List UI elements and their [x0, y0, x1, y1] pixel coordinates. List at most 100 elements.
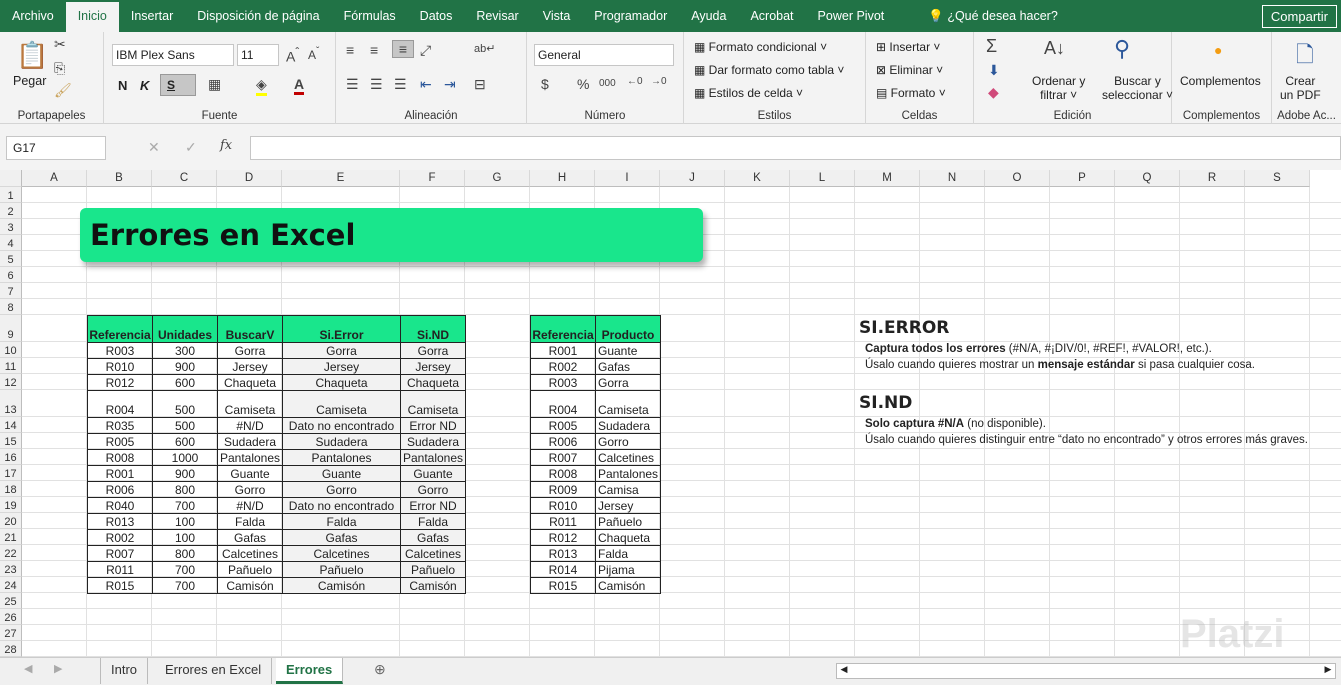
column-header[interactable]: P: [1050, 170, 1115, 187]
table-cell[interactable]: Pañuelo: [400, 561, 466, 578]
column-header-cell[interactable]: Referencia: [87, 315, 153, 343]
column-header[interactable]: L: [790, 170, 855, 187]
next-sheet-icon[interactable]: ▶: [54, 662, 62, 675]
table-cell[interactable]: Calcetines: [400, 545, 466, 562]
table-cell[interactable]: Camiseta: [282, 390, 401, 418]
table-cell[interactable]: R001: [530, 342, 596, 359]
row-header[interactable]: 11: [0, 358, 22, 374]
sort-filter-icon[interactable]: A↓: [1044, 38, 1065, 59]
table-cell[interactable]: Dato no encontrado: [282, 417, 401, 434]
sheet-tab-errores-en-excel[interactable]: Errores en Excel: [155, 658, 273, 684]
paste-button[interactable]: Pegar: [13, 74, 46, 88]
table-cell[interactable]: 100: [152, 513, 218, 530]
table-cell[interactable]: R005: [87, 433, 153, 450]
table-cell[interactable]: 900: [152, 358, 218, 375]
column-header-cell[interactable]: Producto: [595, 315, 661, 343]
table-cell[interactable]: R013: [530, 545, 596, 562]
row-header[interactable]: 15: [0, 433, 22, 449]
table-cell[interactable]: Pantalones: [400, 449, 466, 466]
menu-tab[interactable]: Archivo: [0, 0, 66, 32]
table-cell[interactable]: Gorra: [595, 374, 661, 391]
table-cell[interactable]: R035: [87, 417, 153, 434]
row-header[interactable]: 10: [0, 342, 22, 358]
column-header[interactable]: H: [530, 170, 595, 187]
paste-icon[interactable]: 📋: [16, 40, 48, 71]
table-cell[interactable]: R003: [87, 342, 153, 359]
table-cell[interactable]: Chaqueta: [217, 374, 283, 391]
row-header[interactable]: 3: [0, 219, 22, 235]
column-header[interactable]: N: [920, 170, 985, 187]
table-cell[interactable]: Pantalones: [282, 449, 401, 466]
column-header-cell[interactable]: Si.Error: [282, 315, 401, 343]
table-cell[interactable]: R014: [530, 561, 596, 578]
column-header[interactable]: S: [1245, 170, 1310, 187]
table-cell[interactable]: R002: [87, 529, 153, 546]
borders-icon[interactable]: ▦: [208, 76, 221, 93]
table-cell[interactable]: Camiseta: [217, 390, 283, 418]
copy-icon[interactable]: ⎘: [54, 60, 65, 77]
decrease-decimal-icon[interactable]: →0: [651, 76, 667, 87]
column-header-cell[interactable]: Referencia: [530, 315, 596, 343]
row-header[interactable]: 16: [0, 449, 22, 465]
table-cell[interactable]: Calcetines: [595, 449, 661, 466]
column-header[interactable]: Q: [1115, 170, 1180, 187]
cell-styles-button[interactable]: ▦ Estilos de celda ˅: [694, 86, 803, 100]
insert-cells-button[interactable]: ⊞ Insertar ˅: [876, 40, 940, 54]
row-header[interactable]: 6: [0, 267, 22, 283]
column-header[interactable]: O: [985, 170, 1050, 187]
number-format-select[interactable]: General: [534, 44, 674, 66]
tell-me-search[interactable]: 💡 ¿Qué desea hacer?: [916, 0, 1070, 32]
table-cell[interactable]: R013: [87, 513, 153, 530]
cut-icon[interactable]: ✂: [54, 36, 66, 53]
table-cell[interactable]: Pijama: [595, 561, 661, 578]
table-cell[interactable]: R015: [87, 577, 153, 594]
row-header[interactable]: 1: [0, 187, 22, 203]
menu-tab[interactable]: Programador: [582, 0, 679, 32]
addins-icon[interactable]: ●: [1214, 42, 1222, 58]
select-all-corner[interactable]: [0, 170, 22, 187]
table-cell[interactable]: R008: [530, 465, 596, 482]
table-cell[interactable]: Pañuelo: [282, 561, 401, 578]
column-header[interactable]: K: [725, 170, 790, 187]
table-cell[interactable]: Sudadera: [595, 417, 661, 434]
table-cell[interactable]: 700: [152, 497, 218, 514]
table-cell[interactable]: Jersey: [595, 497, 661, 514]
name-box[interactable]: G17: [6, 136, 106, 160]
table-cell[interactable]: Camisa: [595, 481, 661, 498]
row-header[interactable]: 20: [0, 513, 22, 529]
table-cell[interactable]: Camiseta: [400, 390, 466, 418]
table-cell[interactable]: Jersey: [217, 358, 283, 375]
table-cell[interactable]: R009: [530, 481, 596, 498]
fill-color-icon[interactable]: ◈: [256, 76, 267, 96]
table-cell[interactable]: 600: [152, 433, 218, 450]
addins-button[interactable]: Complementos: [1180, 74, 1261, 88]
bold-button[interactable]: N: [118, 78, 127, 93]
column-header[interactable]: D: [217, 170, 282, 187]
percent-icon[interactable]: %: [577, 76, 589, 92]
menu-tab[interactable]: Disposición de página: [185, 0, 331, 32]
table-cell[interactable]: Dato no encontrado: [282, 497, 401, 514]
table-cell[interactable]: R008: [87, 449, 153, 466]
table-cell[interactable]: Camiseta: [595, 390, 661, 418]
increase-decimal-icon[interactable]: ←0: [627, 76, 643, 87]
table-cell[interactable]: Gorro: [595, 433, 661, 450]
column-header-cell[interactable]: Unidades: [152, 315, 218, 343]
table-cell[interactable]: Pañuelo: [217, 561, 283, 578]
table-cell[interactable]: R003: [530, 374, 596, 391]
table-cell[interactable]: Chaqueta: [282, 374, 401, 391]
table-cell[interactable]: 1000: [152, 449, 218, 466]
merge-center-icon[interactable]: ⊟: [474, 76, 486, 93]
table-cell[interactable]: R010: [87, 358, 153, 375]
table-cell[interactable]: R011: [87, 561, 153, 578]
table-cell[interactable]: R002: [530, 358, 596, 375]
table-cell[interactable]: R005: [530, 417, 596, 434]
table-cell[interactable]: 600: [152, 374, 218, 391]
format-as-table-button[interactable]: ▦ Dar formato como tabla ˅: [694, 63, 844, 77]
table-cell[interactable]: R007: [87, 545, 153, 562]
table-cell[interactable]: Gorro: [217, 481, 283, 498]
table-cell[interactable]: 300: [152, 342, 218, 359]
table-cell[interactable]: Pañuelo: [595, 513, 661, 530]
menu-tab[interactable]: Vista: [531, 0, 583, 32]
table-cell[interactable]: R040: [87, 497, 153, 514]
row-header[interactable]: 14: [0, 417, 22, 433]
